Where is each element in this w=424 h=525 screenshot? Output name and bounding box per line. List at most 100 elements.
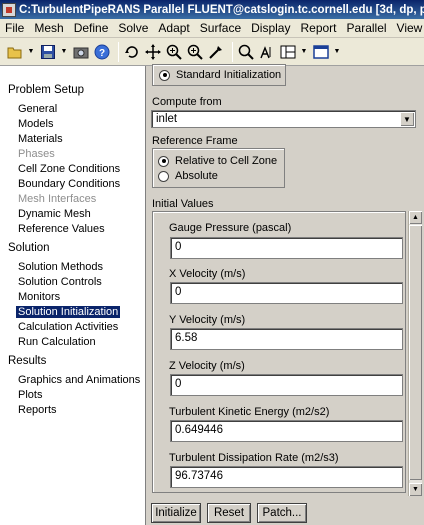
turbulent-dissipation-rate-value: 96.73746 [175,470,223,482]
zoom-in-icon[interactable] [165,43,183,61]
tree-item-dynamic-mesh[interactable]: Dynamic Mesh [0,207,145,222]
compute-from-value: inlet [156,113,178,125]
menu-surface[interactable]: Surface [195,21,246,35]
gauge-pressure-input[interactable]: 0 [170,237,403,259]
menu-solve[interactable]: Solve [113,21,153,35]
relative-to-cell-zone-option[interactable]: Relative to Cell Zone [158,153,277,169]
reset-button[interactable]: Reset [207,503,251,523]
z-velocity-input[interactable]: 0 [170,374,403,396]
tree-item-solution-controls[interactable]: Solution Controls [0,275,145,290]
initialization-method-group: Standard Initialization [152,64,286,86]
x-velocity-input[interactable]: 0 [170,282,403,304]
patch-button[interactable]: Patch... [257,503,307,523]
save-icon[interactable] [39,43,57,61]
tree-group-problem-setup[interactable]: Problem Setup [0,83,145,98]
menu-file[interactable]: File [0,21,29,35]
z-velocity-value: 0 [175,378,182,390]
svg-text:?: ? [99,48,105,59]
tree-group-solution[interactable]: Solution [0,241,145,256]
initial-values-label: Initial Values [152,198,214,210]
standard-initialization-label: Standard Initialization [176,69,282,81]
gauge-pressure-label: Gauge Pressure (pascal) [169,222,292,234]
window-dropdown-arrow[interactable]: ▼ [333,43,341,61]
compute-from-select[interactable]: inlet ▼ [151,110,416,128]
scroll-down-arrow-icon[interactable]: ▼ [409,483,422,496]
y-velocity-input[interactable]: 6.58 [170,328,403,350]
scroll-up-arrow-icon[interactable]: ▲ [409,211,422,224]
rotate-icon[interactable] [123,43,141,61]
initialize-button[interactable]: Initialize [151,503,201,523]
y-velocity-value: 6.58 [175,332,198,344]
zoom-box-icon[interactable] [186,43,204,61]
open-dropdown-arrow[interactable]: ▼ [27,43,35,61]
y-velocity-label: Y Velocity (m/s) [169,314,246,326]
toolbar: ▼ ▼ ? ▼ ▼ [0,38,424,66]
toolbar-separator [232,41,233,62]
z-velocity-label: Z Velocity (m/s) [169,360,245,372]
open-folder-icon[interactable] [6,43,24,61]
gauge-pressure-value: 0 [175,241,182,253]
navigation-tree: Problem Setup General Models Materials P… [0,66,146,525]
tree-item-solution-initialization[interactable]: Solution Initialization [0,305,145,320]
tree-item-run-calculation[interactable]: Run Calculation [0,335,145,350]
chevron-down-icon[interactable]: ▼ [400,112,414,126]
menu-mesh[interactable]: Mesh [29,21,68,35]
camera-icon[interactable] [72,43,90,61]
tree-item-models[interactable]: Models [0,117,145,132]
tree-item-plots[interactable]: Plots [0,388,145,403]
tree-item-graphics-and-animations[interactable]: Graphics and Animations [0,373,145,388]
tree-item-materials[interactable]: Materials [0,132,145,147]
tree-item-solution-initialization-label: Solution Initialization [16,306,121,318]
x-velocity-label: X Velocity (m/s) [169,268,246,280]
compute-from-label: Compute from [152,96,222,108]
reference-frame-group: Relative to Cell Zone Absolute [152,148,285,188]
tree-item-calculation-activities[interactable]: Calculation Activities [0,320,145,335]
tree-item-mesh-interfaces: Mesh Interfaces [18,193,97,205]
window-title: C:TurbulentPipeRANS Parallel FLUENT@cats… [19,3,424,16]
turbulent-kinetic-energy-input[interactable]: 0.649446 [170,420,403,442]
title-bar: C:TurbulentPipeRANS Parallel FLUENT@cats… [0,0,424,19]
probe-icon[interactable] [207,43,225,61]
panel-scrollbar[interactable]: ▲ ▼ [408,211,422,496]
fit-icon[interactable] [237,43,255,61]
scroll-thumb[interactable] [409,225,422,480]
menu-display[interactable]: Display [246,21,295,35]
menu-define[interactable]: Define [69,21,114,35]
pan-icon[interactable] [144,43,162,61]
turbulent-dissipation-rate-label: Turbulent Dissipation Rate (m2/s3) [169,452,339,464]
absolute-option[interactable]: Absolute [158,168,218,184]
turbulent-kinetic-energy-value: 0.649446 [175,424,223,436]
x-velocity-value: 0 [175,286,182,298]
tree-item-monitors[interactable]: Monitors [0,290,145,305]
fluent-app-icon[interactable] [2,2,16,17]
tree-item-general[interactable]: General [0,102,145,117]
solution-initialization-panel: Standard Initialization Compute from inl… [146,64,424,525]
annotate-icon[interactable] [258,43,276,61]
tree-item-boundary-conditions[interactable]: Boundary Conditions [0,177,145,192]
tree-item-cell-zone-conditions[interactable]: Cell Zone Conditions [0,162,145,177]
relative-to-cell-zone-label: Relative to Cell Zone [175,155,278,167]
standard-initialization-option[interactable]: Standard Initialization [159,67,281,83]
absolute-radio[interactable] [158,170,169,182]
tree-item-reference-values[interactable]: Reference Values [0,222,145,237]
standard-initialization-radio[interactable] [159,69,170,81]
window-icon[interactable] [312,43,330,61]
save-dropdown-arrow[interactable]: ▼ [60,43,68,61]
tree-group-results[interactable]: Results [0,354,145,369]
absolute-label: Absolute [175,170,218,182]
turbulent-dissipation-rate-input[interactable]: 96.73746 [170,466,403,488]
initial-values-group: Gauge Pressure (pascal) 0 X Velocity (m/… [152,211,406,493]
menu-adapt[interactable]: Adapt [153,21,194,35]
turbulent-kinetic-energy-label: Turbulent Kinetic Energy (m2/s2) [169,406,330,418]
layout-dropdown-arrow[interactable]: ▼ [300,43,308,61]
reference-frame-label: Reference Frame [152,135,238,147]
relative-to-cell-zone-radio[interactable] [158,155,169,167]
menu-view[interactable]: View [392,21,424,35]
menu-report[interactable]: Report [295,21,341,35]
help-icon[interactable]: ? [93,43,111,61]
tree-item-solution-methods[interactable]: Solution Methods [0,260,145,275]
tree-item-phases: Phases [18,148,55,160]
tree-item-reports[interactable]: Reports [0,403,145,418]
layout-icon[interactable] [279,43,297,61]
menu-parallel[interactable]: Parallel [342,21,392,35]
